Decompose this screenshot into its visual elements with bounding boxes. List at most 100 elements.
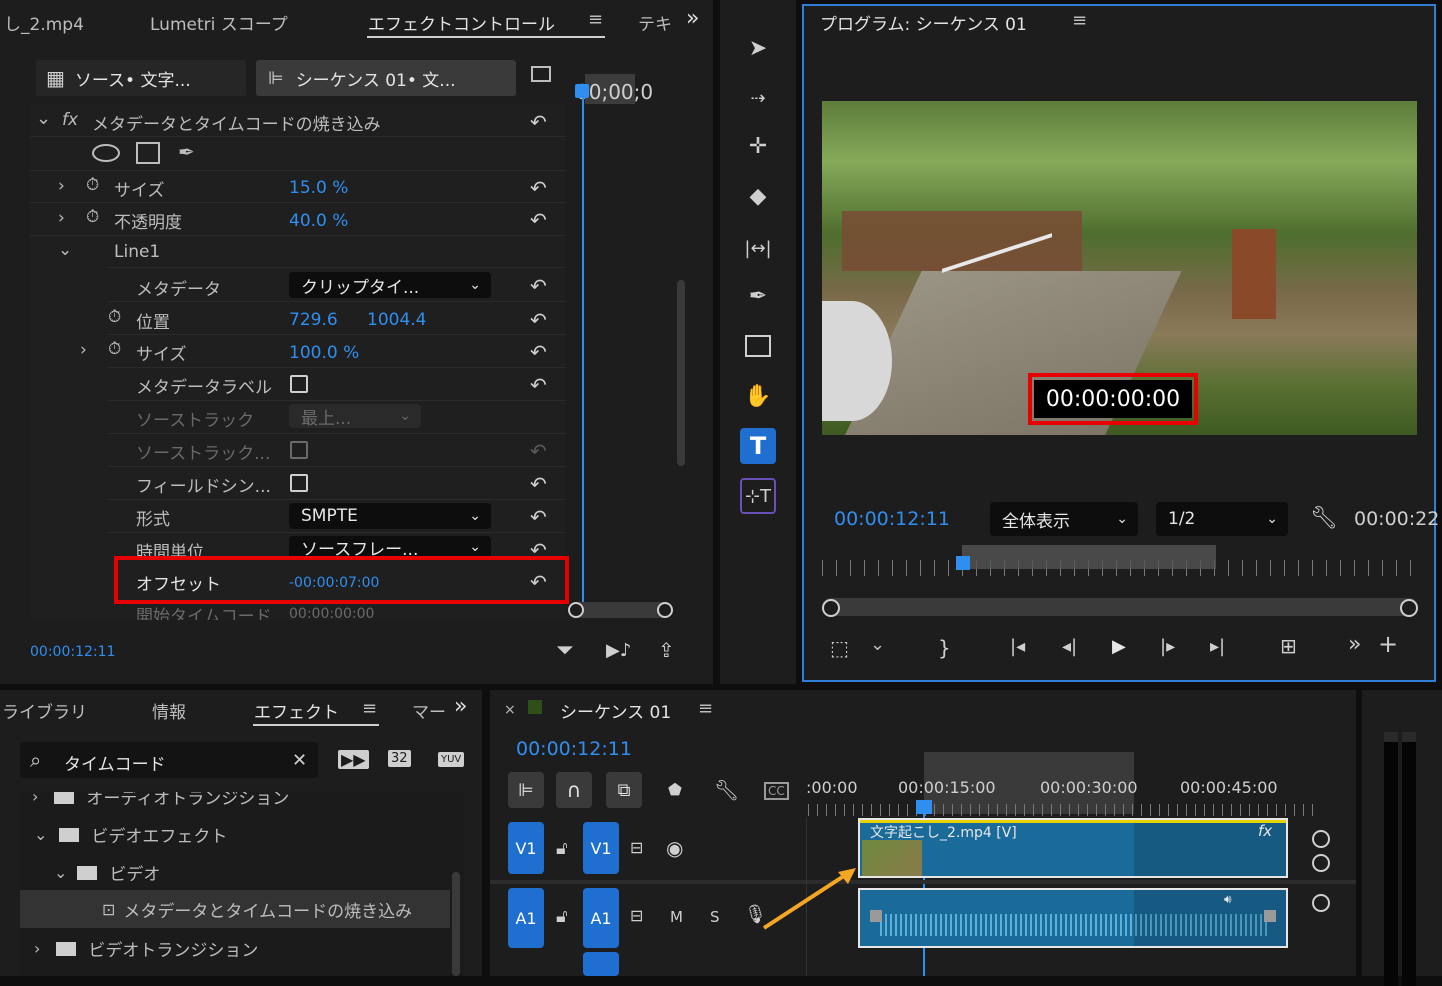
reset-source-track2-icon[interactable]: ↶ (530, 439, 558, 463)
reset-metadata-label-icon[interactable]: ↶ (530, 373, 558, 397)
stopwatch-icon[interactable]: ⏱ (86, 175, 99, 195)
step-forward-icon[interactable]: |▸ (1160, 636, 1175, 657)
rectangle-mask-icon[interactable] (136, 142, 160, 164)
audio-clip[interactable]: 🔊︎ (858, 888, 1288, 948)
slip-tool-icon[interactable]: |↔| (740, 230, 776, 266)
source-tab[interactable]: ▦ ソース• 文字... (36, 60, 246, 96)
sequence-tab[interactable]: ⊫ シーケンス 01• 文... (256, 60, 516, 96)
overflow-tabs-icon[interactable]: » (686, 6, 699, 31)
accelerated-effects-icon[interactable]: ▶▶ (338, 750, 369, 769)
filter-icon[interactable]: ⏷ (556, 638, 574, 663)
metadata-dropdown[interactable]: クリップタイ... ⌄ (289, 272, 491, 298)
collapse-chevron-icon[interactable]: ⌄ (58, 240, 72, 260)
eye-icon[interactable]: ◉ (666, 836, 683, 860)
tree-item-video-transitions[interactable]: › ビデオトランジション (34, 936, 258, 961)
caption-tool-icon[interactable]: ⊹T (740, 478, 776, 514)
program-zoom-bar[interactable] (822, 598, 1418, 616)
program-zoom-handle-left[interactable] (822, 599, 840, 617)
source-track-dropdown[interactable]: 最上... ⌄ (289, 404, 421, 429)
ec-playhead-line[interactable] (582, 86, 584, 602)
reset-size2-icon[interactable]: ↶ (530, 340, 558, 364)
reset-time-unit-icon[interactable]: ↶ (530, 538, 558, 562)
source-patch-v1[interactable]: V1 (508, 822, 544, 874)
tab-clip-name[interactable]: し_2.mp4 (4, 10, 84, 35)
reset-format-icon[interactable]: ↶ (530, 505, 558, 529)
position-x-value[interactable]: 729.6 (289, 310, 338, 330)
reset-position-icon[interactable]: ↶ (530, 308, 558, 332)
panel-menu-icon[interactable]: ≡ (362, 698, 377, 719)
program-playhead-icon[interactable] (956, 556, 970, 570)
reset-opacity-icon[interactable]: ↶ (530, 208, 558, 232)
settings-wrench-icon[interactable]: 🔧︎ (1310, 506, 1338, 531)
audio-volume-icon[interactable]: 🔊︎ (1224, 892, 1232, 907)
format-dropdown[interactable]: SMPTE ⌄ (289, 503, 491, 529)
tab-info[interactable]: 情報 (152, 698, 186, 723)
expand-chevron-icon[interactable]: › (80, 340, 87, 360)
solo-button[interactable]: S (710, 908, 720, 926)
video-clip[interactable]: 文字起こし_2.mp4 [V] fx (858, 818, 1288, 878)
track-target-a2[interactable] (583, 952, 619, 976)
tree-item-video[interactable]: ⌄ ビデオ (54, 860, 160, 885)
field-sync-checkbox[interactable] (290, 474, 308, 492)
sync-lock-icon[interactable]: ⊟ (630, 838, 643, 857)
tab-markers[interactable]: マー (412, 698, 446, 723)
timeline-settings-icon[interactable]: 🔧︎ (714, 778, 739, 802)
tab-lumetri[interactable]: Lumetri スコープ (150, 10, 288, 35)
tree-item-metadata-timecode-burnin[interactable]: ⊡ メタデータとタイムコードの焼き込み (20, 890, 450, 928)
reset-effect-icon[interactable]: ↶ (530, 110, 558, 134)
overflow-tabs-icon[interactable]: » (454, 694, 467, 719)
mark-out-icon[interactable]: } (938, 636, 951, 660)
step-back-icon[interactable]: ◂| (1062, 636, 1077, 657)
reset-size-icon[interactable]: ↶ (530, 176, 558, 200)
source-patch-a1[interactable]: A1 (508, 888, 544, 948)
zoom-dropdown[interactable]: 全体表示 ⌄ (990, 502, 1138, 536)
type-tool-icon[interactable]: T (740, 428, 776, 464)
stopwatch-icon[interactable]: ⏱ (108, 339, 121, 359)
add-button-icon[interactable]: + (1378, 630, 1398, 658)
razor-tool-icon[interactable]: ◆ (740, 178, 776, 214)
expand-chevron-icon[interactable]: › (58, 208, 65, 228)
resolution-dropdown[interactable]: 1/2 ⌄ (1156, 502, 1288, 536)
ec-zoom-handle-right[interactable] (657, 602, 673, 618)
tab-library[interactable]: ライブラリ (2, 698, 87, 723)
clip-fx-badge[interactable]: fx (1258, 822, 1272, 840)
insert-icon[interactable]: ⊞ (1280, 634, 1297, 658)
tab-effects[interactable]: エフェクト (254, 698, 339, 723)
zoom-handle-bottom[interactable] (1312, 854, 1330, 872)
snap-icon[interactable]: ∩ (556, 772, 592, 808)
program-inout-range[interactable] (962, 545, 1216, 569)
audio-keyframe-icon[interactable] (870, 910, 882, 922)
timeline-ruler-ticks[interactable] (808, 804, 1320, 816)
ripple-edit-tool-icon[interactable]: ✛ (740, 128, 776, 164)
reset-field-sync-icon[interactable]: ↶ (530, 472, 558, 496)
timeline-title[interactable]: シーケンス 01 (560, 698, 671, 723)
position-y-value[interactable]: 1004.4 (367, 310, 426, 330)
toggle-timeline-icon[interactable] (531, 66, 551, 82)
effects-search-input[interactable]: タイムコード (64, 750, 166, 775)
32bit-effects-icon[interactable]: 32 (388, 750, 411, 767)
ellipse-mask-icon[interactable] (92, 144, 120, 162)
tab-effect-controls[interactable]: エフェクトコントロール (368, 10, 555, 35)
ec-current-time[interactable]: 00:00:12:11 (30, 644, 115, 660)
chevron-down-icon[interactable]: ⌄ (870, 634, 885, 655)
ec-zoom-handle-left[interactable] (568, 602, 584, 618)
time-unit-dropdown[interactable]: ソースフレー... ⌄ (289, 536, 491, 558)
go-to-out-icon[interactable]: ▸| (1210, 636, 1225, 657)
linked-selection-icon[interactable]: ⧉ (606, 772, 642, 808)
selection-tool-icon[interactable]: ➤ (740, 30, 776, 66)
lock-icon[interactable]: 🔓︎ (556, 838, 568, 859)
ec-zoom-bar[interactable] (570, 602, 670, 618)
nest-toggle-icon[interactable]: ⊫ (508, 772, 544, 808)
track-target-v1[interactable]: V1 (583, 822, 619, 874)
effects-scrollbar[interactable] (452, 872, 460, 976)
add-marker-icon[interactable]: ⬟ (668, 780, 682, 799)
export-icon[interactable]: ⇪ (658, 638, 675, 662)
panel-menu-icon[interactable]: ≡ (698, 698, 713, 719)
captions-icon[interactable]: CC (764, 782, 789, 800)
play-icon[interactable]: ▶ (1112, 636, 1126, 657)
size-value[interactable]: 15.0 % (289, 178, 348, 198)
play-audio-icon[interactable]: ▶♪ (606, 640, 631, 661)
program-menu-icon[interactable]: ≡ (1072, 10, 1087, 31)
hand-tool-icon[interactable]: ✋ (740, 378, 776, 414)
ec-playhead-handle[interactable] (575, 84, 589, 98)
